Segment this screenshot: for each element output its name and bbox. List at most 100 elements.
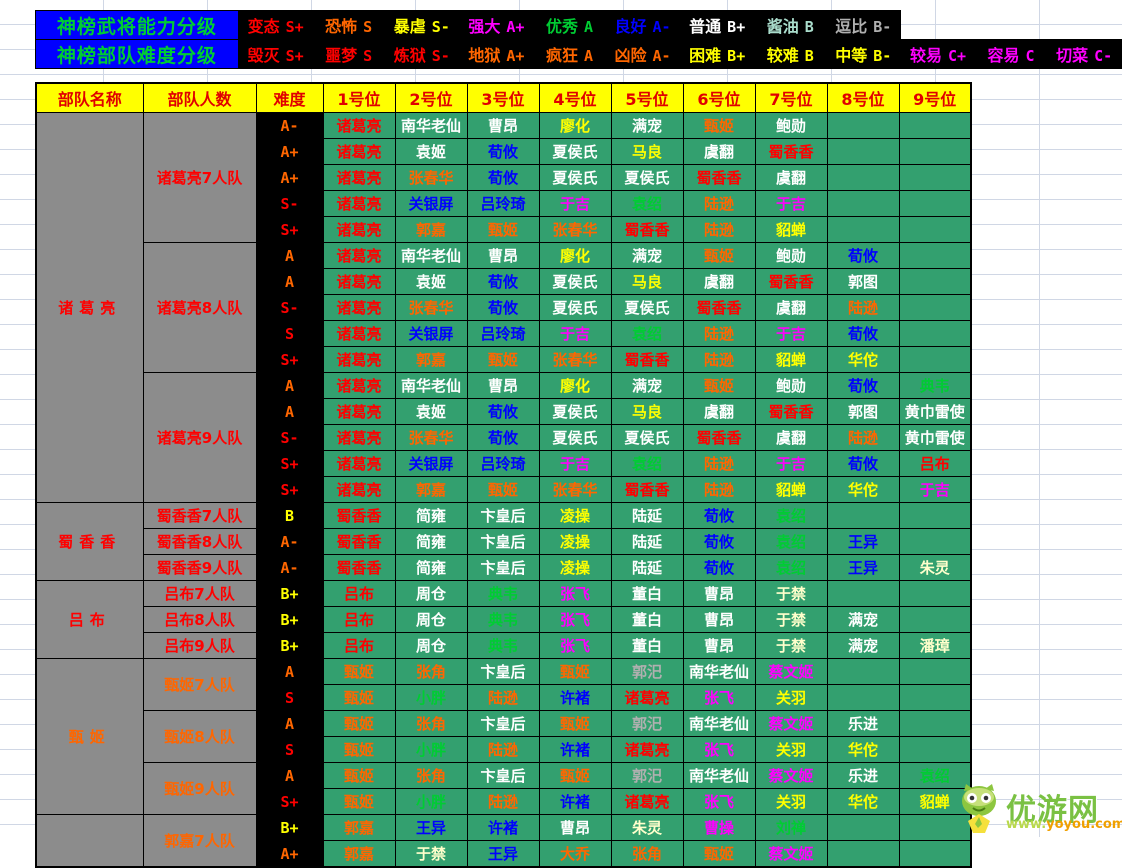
member-cell: 甄姬 xyxy=(682,372,756,399)
member-cell: 陆逊 xyxy=(466,684,540,711)
difficulty-cell: A+ xyxy=(255,138,324,165)
member-cell: 甄姬 xyxy=(538,658,612,685)
member-cell: 吕布 xyxy=(322,580,396,607)
member-cell: 简雍 xyxy=(394,554,468,581)
member-cell: 卞皇后 xyxy=(466,528,540,555)
member-cell: 蔡文姬 xyxy=(754,710,828,737)
difficulty-cell: A xyxy=(255,372,324,399)
member-cell: 张角 xyxy=(610,840,684,868)
legend-rank: 炼狱 S- xyxy=(383,39,460,69)
member-cell: 甄姬 xyxy=(466,346,540,373)
legend-rank: 疯狂 A xyxy=(533,39,606,69)
member-cell: 蔡文姬 xyxy=(754,840,828,868)
legend-rank-code: C- xyxy=(1094,47,1113,65)
watermark-site-name: 优游网 xyxy=(1006,793,1099,828)
legend-rank: 切菜 C- xyxy=(1046,39,1122,69)
member-cell: 虞翻 xyxy=(682,398,756,425)
legend-rank-code: S- xyxy=(431,18,450,36)
member-cell: 诸葛亮 xyxy=(322,242,396,269)
legend-rank: 良好 A- xyxy=(604,10,681,40)
member-cell: 于禁 xyxy=(394,840,468,868)
member-cell: 关羽 xyxy=(754,736,828,763)
member-cell: 郭图 xyxy=(826,268,900,295)
member-cell: 陆逊 xyxy=(826,294,900,321)
member-cell: 荀攸 xyxy=(466,138,540,165)
legend-rank: 逗比 B- xyxy=(825,10,902,40)
member-cell: 曹昂 xyxy=(682,606,756,633)
member-cell: 陆延 xyxy=(610,502,684,529)
member-cell-empty xyxy=(898,138,972,165)
legend-rank-code: C+ xyxy=(947,47,967,65)
member-cell: 卞皇后 xyxy=(466,554,540,581)
member-cell: 关银屏 xyxy=(394,320,468,347)
member-cell: 董白 xyxy=(610,606,684,633)
member-cell-empty xyxy=(898,580,972,607)
legend-rank-code: B xyxy=(804,47,814,65)
member-cell: 关银屏 xyxy=(394,190,468,217)
table-row: 蜀香香9人队 A- 蜀香香 简雍 卞皇后 凌操 陆延 荀攸 袁绍 王异 朱灵 xyxy=(36,554,972,581)
table-row: 吕布 吕布7人队 B+ 吕布 周仓 典韦 张飞 董白 曹昂 于禁 xyxy=(35,580,972,659)
legend-rank-name: 地狱 xyxy=(468,46,501,65)
member-cell: 典韦 xyxy=(466,580,540,607)
member-cell: 周仓 xyxy=(394,580,468,607)
difficulty-cell: A+ xyxy=(255,840,324,868)
member-cell: 张角 xyxy=(394,710,468,737)
member-cell: 郭嘉 xyxy=(394,216,468,243)
member-cell: 吕布 xyxy=(322,606,396,633)
legend-rank: 变态 S+ xyxy=(237,10,314,40)
column-header: 1号位 xyxy=(322,82,396,113)
member-cell: 荀攸 xyxy=(826,320,900,347)
member-cell-empty xyxy=(898,320,972,347)
legend-rank: 噩梦 S xyxy=(312,39,385,69)
legend-row: 神榜部队难度分级 毁灭 S+ 噩梦 S 炼狱 S- 地狱 A+ 疯狂 A 凶险 A- 困难 B+ 较难 B 中等 B… xyxy=(35,39,1122,69)
member-cell: 简雍 xyxy=(394,528,468,555)
member-cell: 陆延 xyxy=(610,528,684,555)
member-cell-empty xyxy=(826,580,900,607)
member-cell: 诸葛亮 xyxy=(610,736,684,763)
member-cell: 郭嘉 xyxy=(394,346,468,373)
member-cell: 乐进 xyxy=(826,710,900,737)
team-size-cell: 蜀香香9人队 xyxy=(142,554,257,581)
table-row: 诸葛亮 诸葛亮7人队 A- 诸葛亮 南华老仙 曹昂 廖化 满宠 甄姬 鲍勋 xyxy=(35,112,972,503)
member-cell: 于吉 xyxy=(754,320,828,347)
team-size-cell: 郭嘉7人队 xyxy=(142,814,257,868)
member-cell-empty xyxy=(826,190,900,217)
team-size-cell: 蜀香香8人队 xyxy=(142,528,257,555)
difficulty-cell: S+ xyxy=(255,346,324,373)
legend-rank-code: B xyxy=(804,18,814,36)
team-size-cell: 诸葛亮7人队 xyxy=(142,112,257,243)
member-cell: 南华老仙 xyxy=(394,112,468,139)
member-cell: 满宠 xyxy=(826,632,900,659)
member-cell: 夏侯氏 xyxy=(610,294,684,321)
member-cell: 于禁 xyxy=(754,606,828,633)
member-cell: 典韦 xyxy=(466,632,540,659)
member-cell: 荀攸 xyxy=(682,528,756,555)
legend-rank-name: 良好 xyxy=(614,17,647,36)
member-cell: 诸葛亮 xyxy=(322,138,396,165)
member-cell: 华佗 xyxy=(826,346,900,373)
table-row: 甄姬9人队 A 甄姬 张角 卞皇后 甄姬 郭汜 南华老仙 蔡文姬 乐进 袁绍 xyxy=(36,762,972,815)
team-size-cell: 吕布7人队 xyxy=(142,580,257,607)
member-cell: 袁绍 xyxy=(898,762,972,789)
column-header: 4号位 xyxy=(538,82,612,113)
ranking-sheet: 神榜武将能力分级 变态 S+ 恐怖 S 暴虐 S- 强大 A+ 优秀 A 良好 A- 普通 B+ 酱油 B 逗比 B… xyxy=(0,0,1122,868)
member-cell: 关羽 xyxy=(754,788,828,815)
member-cell: 貂蝉 xyxy=(754,346,828,373)
member-cell: 诸葛亮 xyxy=(322,424,396,451)
member-cell: 诸葛亮 xyxy=(322,320,396,347)
member-cell-empty xyxy=(898,684,972,711)
member-cell: 张春华 xyxy=(394,424,468,451)
difficulty-cell: S- xyxy=(255,424,324,451)
difficulty-cell: A xyxy=(255,268,324,295)
difficulty-cell: B+ xyxy=(255,606,324,633)
member-cell: 张春华 xyxy=(538,216,612,243)
team-size-cell: 吕布8人队 xyxy=(142,606,257,633)
legend-rank: 较易 C+ xyxy=(900,39,976,69)
member-cell: 甄姬 xyxy=(466,476,540,503)
column-header: 5号位 xyxy=(610,82,684,113)
member-cell: 周仓 xyxy=(394,632,468,659)
member-cell: 鲍勋 xyxy=(754,242,828,269)
member-cell: 袁绍 xyxy=(754,528,828,555)
table-row: 诸葛亮9人队 A 诸葛亮 南华老仙 曹昂 廖化 满宠 甄姬 鲍勋 荀攸 典韦 xyxy=(36,372,972,503)
member-cell: 荀攸 xyxy=(826,242,900,269)
